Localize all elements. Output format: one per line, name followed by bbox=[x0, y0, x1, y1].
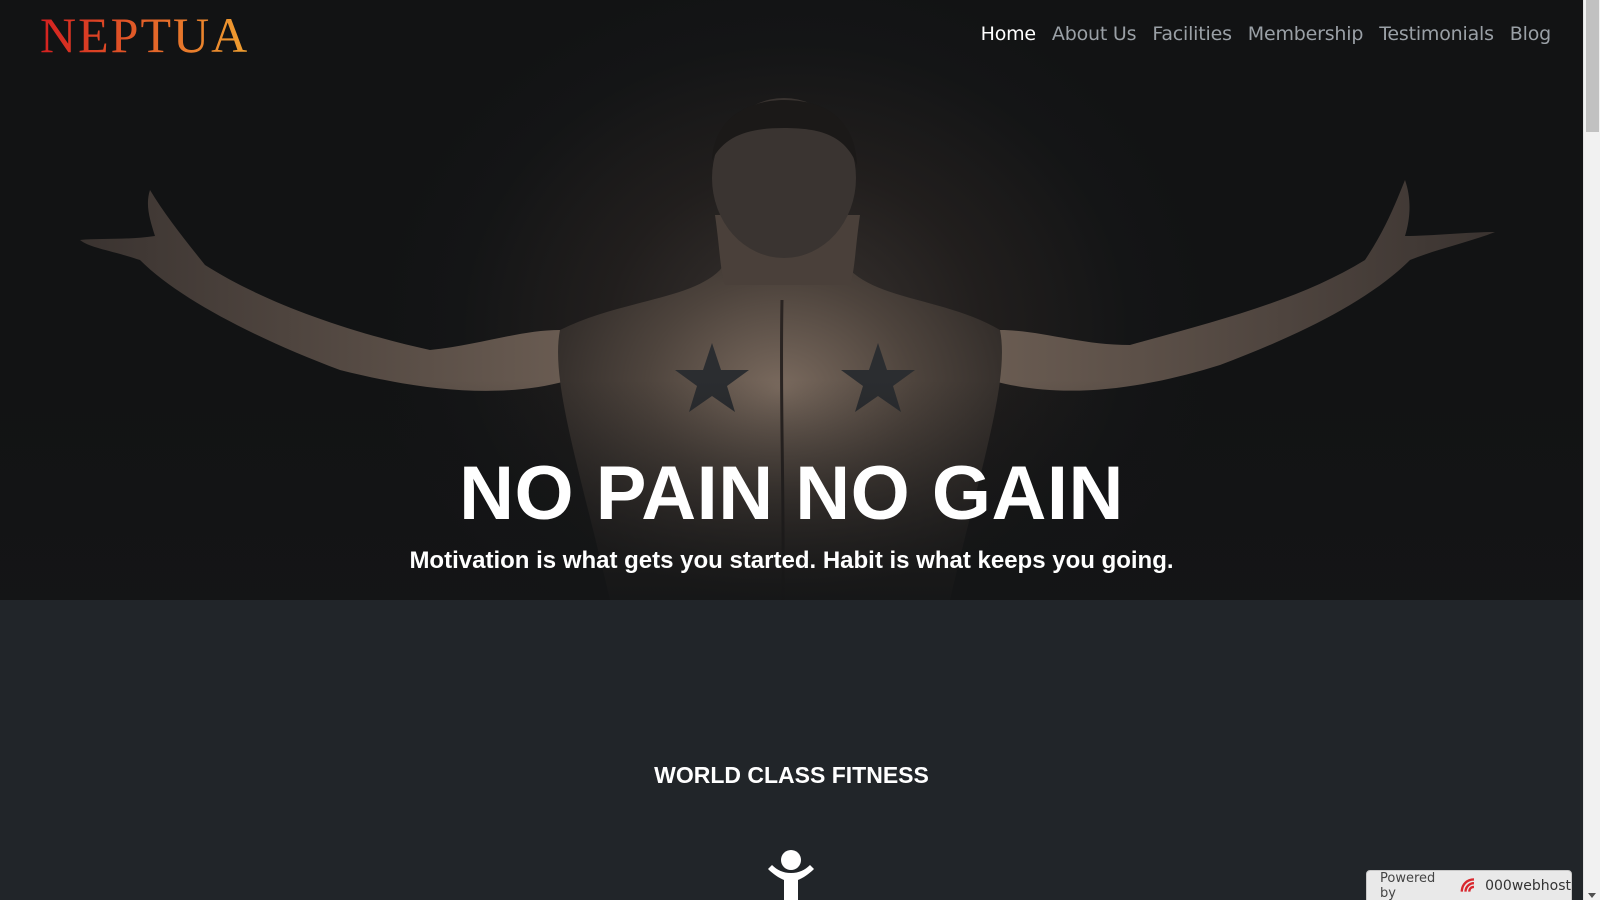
hero-subtitle: Motivation is what gets you started. Hab… bbox=[409, 547, 1174, 574]
nav-item-blog[interactable]: Blog bbox=[1502, 20, 1559, 48]
nav-item-testimonials[interactable]: Testimonials bbox=[1371, 20, 1502, 48]
page: NEPTUA Home About Us Facilities Membersh… bbox=[0, 0, 1583, 900]
nav-item-about-us[interactable]: About Us bbox=[1044, 20, 1144, 48]
features-section: WORLD CLASS FITNESS bbox=[0, 600, 1583, 900]
000webhost-logo-icon bbox=[1460, 878, 1474, 892]
hero-banner: NEPTUA Home About Us Facilities Membersh… bbox=[0, 0, 1583, 600]
hero-title: NO PAIN NO GAIN bbox=[459, 451, 1124, 536]
nav-item-membership[interactable]: Membership bbox=[1240, 20, 1371, 48]
vertical-scrollbar[interactable] bbox=[1583, 0, 1600, 900]
scroll-down-arrow-icon[interactable] bbox=[1588, 893, 1596, 898]
brand-logo[interactable]: NEPTUA bbox=[40, 8, 320, 58]
nav-item-facilities[interactable]: Facilities bbox=[1144, 20, 1239, 48]
person-icon bbox=[768, 850, 814, 900]
navbar: NEPTUA Home About Us Facilities Membersh… bbox=[0, 0, 1583, 68]
powered-by-label: Powered by bbox=[1380, 871, 1436, 900]
brand-logo-wordmark: NEPTUA bbox=[40, 8, 249, 58]
nav-menu: Home About Us Facilities Membership Test… bbox=[973, 20, 1559, 48]
nav-item-home[interactable]: Home bbox=[973, 20, 1044, 48]
section-title: WORLD CLASS FITNESS bbox=[654, 762, 929, 788]
powered-by-badge[interactable]: Powered by 000webhost bbox=[1366, 870, 1572, 900]
logo-text: NEPTUA bbox=[40, 8, 249, 58]
powered-by-brand: 000webhost bbox=[1485, 878, 1571, 894]
scrollbar-thumb[interactable] bbox=[1586, 0, 1599, 132]
